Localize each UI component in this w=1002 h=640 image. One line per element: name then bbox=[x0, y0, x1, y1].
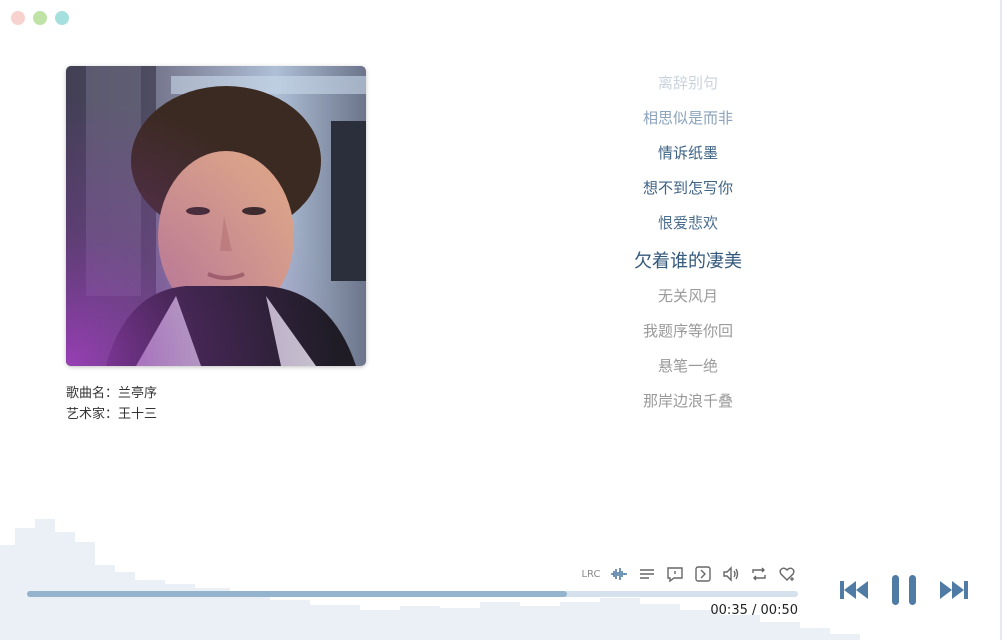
lyrics-panel[interactable]: 离辞别句 相思似是而非 情诉纸墨 想不到怎写你 恨爱悲欢 欠着谁的凄美 无关风月… bbox=[538, 68, 838, 421]
lyric-line: 想不到怎写你 bbox=[642, 179, 733, 197]
comment-button[interactable] bbox=[664, 563, 686, 585]
waveform-icon bbox=[611, 568, 627, 580]
lyric-line: 我题序等你回 bbox=[642, 322, 733, 340]
song-title: 兰亭序 bbox=[118, 386, 158, 401]
song-info: 歌曲名：兰亭序 艺术家：王十三 bbox=[66, 383, 157, 425]
lyric-line: 相思似是而非 bbox=[642, 109, 733, 127]
repeat-button[interactable] bbox=[748, 563, 770, 585]
player-toolbar: LRC bbox=[580, 563, 798, 585]
lrc-toggle-button[interactable]: LRC bbox=[580, 563, 602, 585]
time-separator: / bbox=[752, 603, 757, 618]
total-time: 00:50 bbox=[760, 603, 798, 618]
artist-name: 王十三 bbox=[118, 407, 158, 422]
waveform-button[interactable] bbox=[608, 563, 630, 585]
lyric-line: 无关风月 bbox=[657, 287, 718, 305]
repeat-icon bbox=[752, 567, 766, 581]
lyric-line: 悬笔一绝 bbox=[657, 357, 718, 375]
album-cover-image bbox=[66, 66, 366, 366]
expand-button[interactable] bbox=[692, 563, 714, 585]
current-lyric-line: 欠着谁的凄美 bbox=[634, 251, 742, 272]
window-controls bbox=[11, 11, 69, 25]
comment-icon bbox=[667, 567, 683, 583]
volume-icon bbox=[723, 566, 739, 582]
artist-label: 艺术家： bbox=[66, 407, 119, 422]
skip-previous-icon bbox=[840, 581, 868, 599]
minimize-window-button[interactable] bbox=[33, 11, 47, 25]
skip-next-icon bbox=[940, 581, 968, 599]
maximize-window-button[interactable] bbox=[55, 11, 69, 25]
pause-icon bbox=[892, 575, 916, 605]
favorite-button[interactable] bbox=[776, 563, 798, 585]
next-track-button[interactable] bbox=[938, 578, 970, 602]
previous-track-button[interactable] bbox=[838, 578, 870, 602]
lyric-line: 那岸边浪千叠 bbox=[642, 392, 733, 410]
pause-button[interactable] bbox=[890, 574, 918, 606]
song-title-label: 歌曲名： bbox=[66, 386, 119, 401]
progress-bar[interactable] bbox=[27, 591, 798, 597]
lyric-line: 情诉纸墨 bbox=[657, 144, 718, 162]
progress-bar-fill bbox=[27, 591, 567, 597]
expand-icon bbox=[695, 566, 711, 582]
transport-controls bbox=[838, 574, 970, 606]
artist-row: 艺术家：王十三 bbox=[66, 404, 157, 425]
close-window-button[interactable] bbox=[11, 11, 25, 25]
volume-button[interactable] bbox=[720, 563, 742, 585]
song-title-row: 歌曲名：兰亭序 bbox=[66, 383, 157, 404]
lyric-line: 离辞别句 bbox=[657, 74, 718, 92]
lyric-line: 恨爱悲欢 bbox=[657, 214, 718, 232]
favorite-icon bbox=[779, 567, 795, 581]
playback-time: 00:35 / 00:50 bbox=[710, 603, 798, 618]
current-time: 00:35 bbox=[710, 603, 748, 618]
playlist-icon bbox=[640, 569, 654, 579]
album-cover bbox=[66, 66, 366, 366]
playlist-button[interactable] bbox=[636, 563, 658, 585]
